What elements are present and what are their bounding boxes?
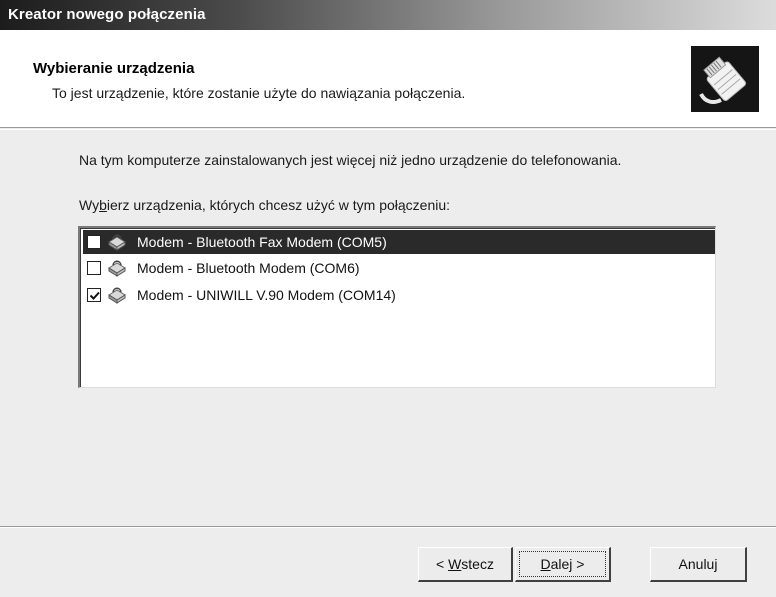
device-checkbox[interactable] (87, 261, 101, 275)
page-subtitle: To jest urządzenie, które zostanie użyte… (52, 85, 466, 101)
footer-divider-highlight (0, 527, 776, 528)
device-listbox-frame: Modem - Bluetooth Fax Modem (COM5) Modem… (80, 228, 715, 387)
cancel-button-label: Anuluj (678, 556, 718, 572)
back-button[interactable]: < Wstecz (418, 547, 513, 582)
header-divider (0, 129, 776, 130)
device-checkbox[interactable] (87, 235, 101, 249)
modem-icon (107, 259, 127, 277)
new-connection-wizard-window: Kreator nowego połączenia Wybieranie urz… (0, 0, 776, 597)
modem-icon (107, 286, 127, 304)
device-listbox[interactable]: Modem - Bluetooth Fax Modem (COM5) Modem… (78, 226, 716, 388)
device-checkbox-checked[interactable] (87, 288, 101, 302)
window-title: Kreator nowego połączenia (8, 6, 206, 23)
device-item-bluetooth-fax-modem[interactable]: Modem - Bluetooth Fax Modem (COM5) (83, 230, 715, 254)
connection-plug-icon (691, 46, 759, 112)
device-prompt-label: Wybierz urządzenia, których chcesz użyć … (79, 197, 451, 213)
focus-rect (519, 551, 606, 577)
device-label: Modem - Bluetooth Fax Modem (COM5) (137, 234, 387, 250)
intro-text: Na tym komputerze zainstalowanych jest w… (79, 152, 622, 168)
device-label: Modem - Bluetooth Modem (COM6) (137, 260, 360, 276)
cancel-button[interactable]: Anuluj (650, 547, 747, 582)
title-bar[interactable]: Kreator nowego połączenia (0, 0, 776, 30)
wizard-header: Wybieranie urządzenia To jest urządzenie… (0, 30, 776, 128)
modem-icon (107, 233, 127, 251)
device-item-bluetooth-modem[interactable]: Modem - Bluetooth Modem (COM6) (83, 256, 715, 280)
device-item-uniwill-modem[interactable]: Modem - UNIWILL V.90 Modem (COM14) (83, 283, 715, 307)
next-button[interactable]: Dalej > (515, 547, 611, 582)
page-title: Wybieranie urządzenia (33, 60, 195, 77)
device-label: Modem - UNIWILL V.90 Modem (COM14) (137, 287, 396, 303)
back-button-label: < Wstecz (436, 556, 494, 572)
